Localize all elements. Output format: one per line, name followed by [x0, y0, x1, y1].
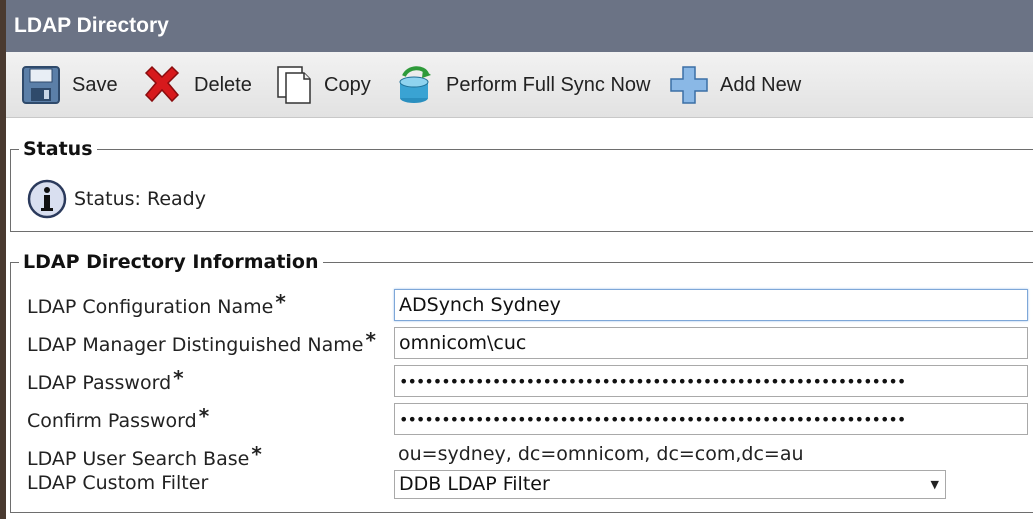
perform-full-sync-button[interactable]: Perform Full Sync Now: [394, 52, 651, 118]
required-asterisk: *: [173, 366, 184, 390]
custom-filter-label: LDAP Custom Filter: [27, 472, 209, 494]
status-text: Status: Ready: [74, 188, 206, 210]
sync-database-icon: [399, 66, 431, 103]
save-label: Save: [72, 73, 118, 96]
delete-x-icon: [144, 65, 180, 103]
ldap-directory-page: LDAP Directory Save Delete Copy Perform …: [6, 0, 1033, 519]
confirm-password-label: Confirm Password *: [27, 404, 210, 432]
config-name-input[interactable]: [394, 289, 1028, 321]
confirm-password-input[interactable]: [394, 403, 1028, 435]
info-icon: [27, 179, 67, 219]
ldap-info-legend: LDAP Directory Information: [23, 251, 319, 273]
toolbar: Save Delete Copy Perform Full Sync Now A…: [6, 52, 1033, 118]
copy-label: Copy: [324, 73, 371, 96]
delete-label: Delete: [194, 73, 252, 96]
manager-dn-label: LDAP Manager Distinguished Name *: [27, 328, 376, 356]
required-asterisk: *: [251, 442, 262, 466]
copy-button[interactable]: Copy: [274, 52, 371, 118]
required-asterisk: *: [365, 328, 376, 352]
custom-filter-selected: DDB LDAP Filter: [399, 473, 550, 495]
add-new-label: Add New: [720, 73, 802, 96]
password-label: LDAP Password *: [27, 366, 184, 394]
status-legend: Status: [23, 138, 93, 160]
search-base-value: ou=sydney, dc=omnicom, dc=com,dc=au: [398, 443, 804, 465]
status-row: Status: Ready: [26, 178, 206, 220]
save-icon: [22, 66, 60, 104]
dropdown-arrow-icon: ▼: [930, 478, 939, 491]
custom-filter-select[interactable]: DDB LDAP Filter ▼: [394, 470, 946, 499]
delete-button[interactable]: Delete: [140, 52, 252, 118]
save-button[interactable]: Save: [20, 52, 118, 118]
password-input[interactable]: [394, 365, 1028, 397]
search-base-label: LDAP User Search Base *: [27, 442, 262, 470]
add-new-button[interactable]: Add New: [668, 52, 801, 118]
required-asterisk: *: [198, 404, 210, 428]
page-title: LDAP Directory: [6, 0, 1033, 52]
plus-icon: [670, 66, 708, 104]
config-name-label: LDAP Configuration Name *: [27, 290, 286, 318]
manager-dn-input[interactable]: [394, 327, 1028, 359]
perform-full-sync-label: Perform Full Sync Now: [446, 73, 651, 96]
required-asterisk: *: [275, 290, 286, 314]
copy-icon: [277, 66, 311, 104]
